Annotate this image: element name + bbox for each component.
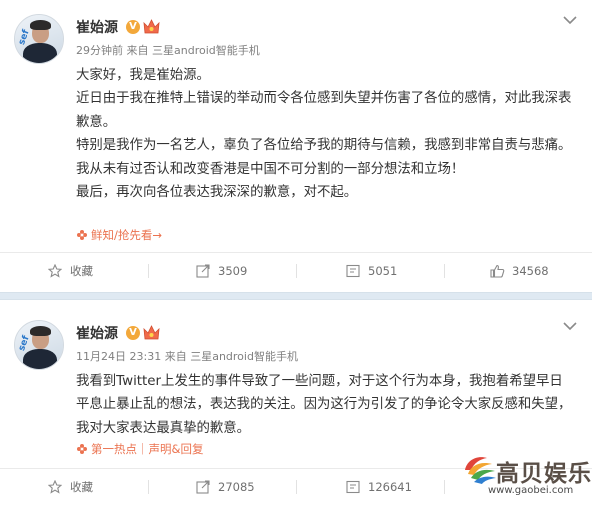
star-icon bbox=[48, 264, 62, 278]
topic-tag[interactable]: 鲜知/抢先看→ bbox=[76, 227, 162, 243]
topic-tag[interactable]: 第一热点｜声明&回复 bbox=[76, 441, 203, 457]
watermark-logo-icon bbox=[465, 457, 496, 484]
post-source[interactable]: 来自 三星android智能手机 bbox=[127, 44, 260, 57]
post-paragraph: 最后，再次向各位表达我深深的歉意，对不起。 bbox=[76, 185, 358, 201]
post-time[interactable]: 11月24日 23:31 bbox=[76, 350, 161, 363]
comment-icon bbox=[346, 480, 360, 494]
post-paragraph: 我从未有过否认和改变香港是中国不可分割的一部分想法和立场！ bbox=[76, 161, 465, 177]
comment-count: 126641 bbox=[368, 480, 412, 494]
crown-icon bbox=[143, 325, 160, 340]
forward-count: 3509 bbox=[218, 264, 248, 278]
flower-icon bbox=[77, 230, 87, 240]
comment-icon bbox=[346, 264, 360, 278]
feed-separator bbox=[0, 292, 592, 300]
topic-tag-label: 鲜知/抢先看→ bbox=[91, 228, 163, 242]
watermark-url: www.gaobei.com bbox=[488, 485, 574, 496]
comment-count: 5051 bbox=[368, 264, 398, 278]
post-paragraph: 近日由于我在推特上错误的举动而令各位感到失望并伤害了各位的感情，对此我深表歉意。 bbox=[76, 91, 572, 130]
verified-badge-icon: V bbox=[126, 20, 140, 34]
flower-icon bbox=[77, 444, 87, 454]
verified-badge-icon: V bbox=[126, 326, 140, 340]
favorite-label: 收藏 bbox=[70, 480, 93, 494]
divider bbox=[296, 264, 297, 278]
divider bbox=[296, 480, 297, 494]
favorite-label: 收藏 bbox=[70, 264, 93, 278]
divider bbox=[148, 264, 149, 278]
post-source[interactable]: 来自 三星android智能手机 bbox=[165, 350, 298, 363]
topic-tag-label: 第一热点｜声明&回复 bbox=[91, 442, 204, 456]
watermark-logo-text: 高贝娱乐 bbox=[496, 460, 592, 487]
user-name[interactable]: 崔始源 bbox=[76, 323, 118, 343]
post-time[interactable]: 29分钟前 bbox=[76, 44, 123, 57]
post-paragraph: 我看到Twitter上发生的事件导致了一些问题，对于这个行为本身，我抱着希望早日… bbox=[76, 374, 572, 436]
post-meta: 29分钟前 来自 三星android智能手机 bbox=[76, 42, 260, 58]
post-paragraph: 大家好，我是崔始源。 bbox=[76, 68, 210, 83]
share-icon bbox=[196, 480, 210, 494]
avatar[interactable]: sef bbox=[14, 14, 64, 64]
divider bbox=[444, 480, 445, 494]
thumbs-up-icon bbox=[490, 264, 505, 278]
star-icon bbox=[48, 480, 62, 494]
watermark: 高贝娱乐 www.gaobei.com bbox=[462, 452, 591, 500]
post-text: 我看到Twitter上发生的事件导致了一些问题，对于这个行为本身，我抱着希望早日… bbox=[76, 370, 576, 440]
weibo-post-card: sef 崔始源 V 29分钟前 来自 三星android智能手机 大家好，我是崔… bbox=[0, 0, 592, 292]
crown-icon bbox=[143, 19, 160, 34]
like-count: 34568 bbox=[512, 264, 549, 278]
avatar[interactable]: sef bbox=[14, 320, 64, 370]
action-bar: 收藏 3509 5051 34568 bbox=[0, 252, 592, 288]
chevron-down-icon[interactable] bbox=[562, 320, 578, 332]
post-paragraph: 特别是我作为一名艺人，辜负了各位给予我的期待与信赖，我感到非常自责与悲痛。 bbox=[76, 138, 572, 154]
post-text: 大家好，我是崔始源。 近日由于我在推特上错误的举动而令各位感到失望并伤害了各位的… bbox=[76, 64, 576, 204]
share-icon bbox=[196, 264, 210, 278]
divider bbox=[444, 264, 445, 278]
divider bbox=[148, 480, 149, 494]
user-name[interactable]: 崔始源 bbox=[76, 17, 118, 37]
chevron-down-icon[interactable] bbox=[562, 14, 578, 26]
post-meta: 11月24日 23:31 来自 三星android智能手机 bbox=[76, 348, 298, 364]
forward-count: 27085 bbox=[218, 480, 255, 494]
